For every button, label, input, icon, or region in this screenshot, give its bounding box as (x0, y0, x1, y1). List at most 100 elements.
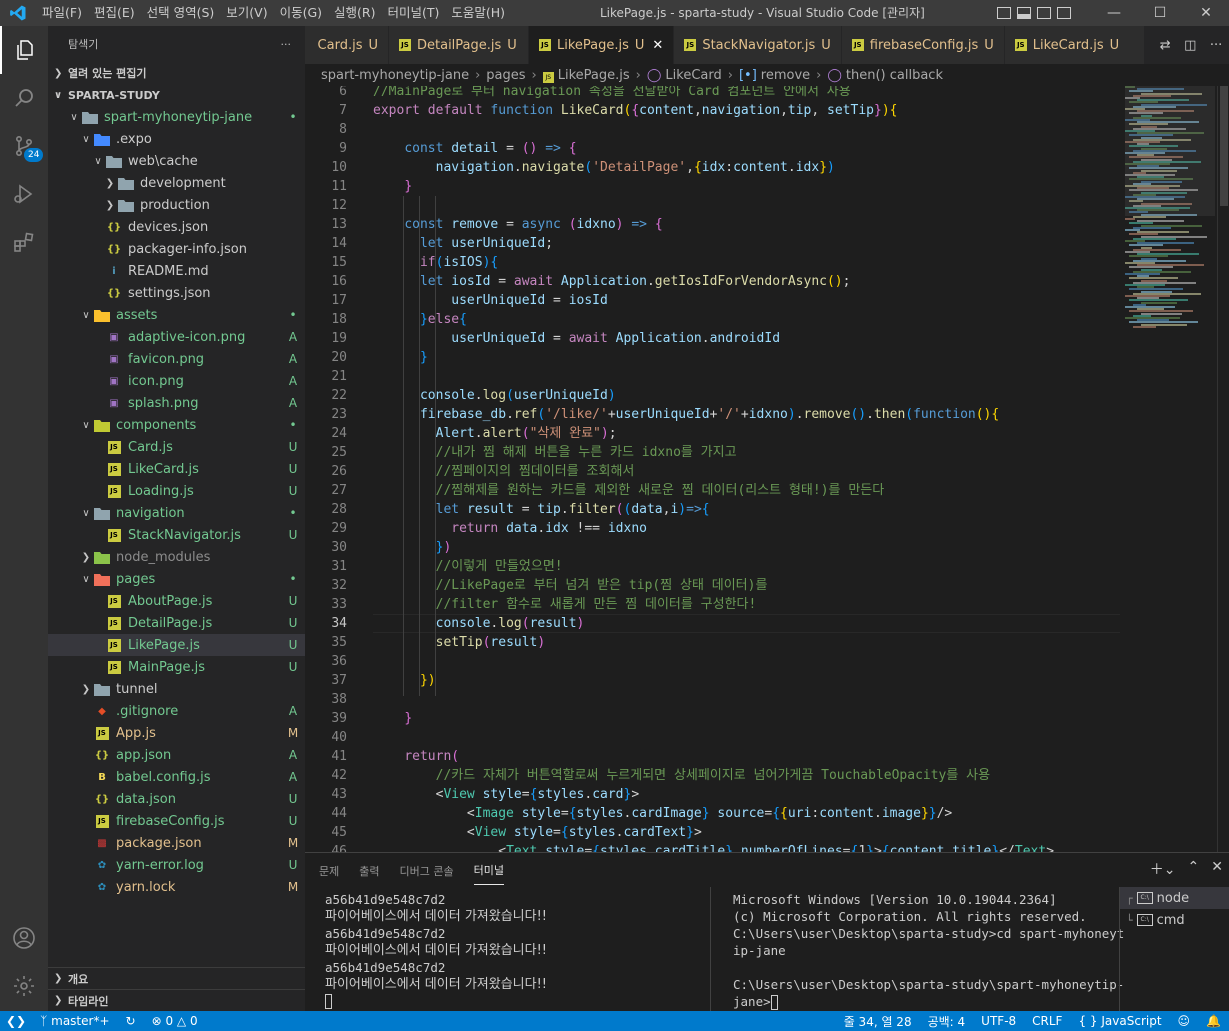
tree-item[interactable]: JS MainPage.js U (48, 656, 305, 678)
breadcrumb-item[interactable]: spart-myhoneytip-jane (321, 68, 469, 83)
tree-item[interactable]: ◆ .gitignore A (48, 700, 305, 722)
editor-tab[interactable]: JS firebaseConfig.js U (841, 26, 1005, 64)
panel-tab[interactable]: 출력 (359, 857, 379, 885)
menu-item[interactable]: 이동(G) (274, 0, 328, 26)
source-control-icon[interactable]: 24 (0, 122, 48, 170)
tree-item[interactable]: ∨ pages • (48, 568, 305, 590)
notifications-icon[interactable]: 🔔 (1198, 1014, 1229, 1028)
tree-item[interactable]: JS AboutPage.js U (48, 590, 305, 612)
maximize-button[interactable]: ☐ (1137, 0, 1183, 26)
minimap[interactable] (1125, 86, 1215, 852)
editor-tab[interactable]: JS LikePage.js U ✕ (529, 26, 675, 64)
menu-item[interactable]: 파일(F) (36, 0, 88, 26)
more-actions-icon[interactable]: ··· (281, 38, 292, 51)
menu-item[interactable]: 도움말(H) (445, 0, 511, 26)
tree-item[interactable]: JS StackNavigator.js U (48, 524, 305, 546)
tree-item[interactable]: ✿ yarn-error.log U (48, 854, 305, 876)
workspace-root-section[interactable]: ∨ SPARTA-STUDY (48, 84, 305, 106)
tree-item[interactable]: ▣ splash.png A (48, 392, 305, 414)
git-branch[interactable]: ᛉ master*+ (32, 1014, 117, 1028)
tree-item[interactable]: ▣ favicon.png A (48, 348, 305, 370)
tree-item[interactable]: ∨ .expo (48, 128, 305, 150)
new-terminal-icon[interactable]: ＋⌄ (1150, 859, 1176, 879)
manage-gear-icon[interactable] (0, 962, 48, 1010)
tree-item[interactable]: ∨ navigation • (48, 502, 305, 524)
minimize-button[interactable]: — (1091, 0, 1137, 26)
toggle-sidebar-icon[interactable] (997, 7, 1011, 19)
breadcrumb-item[interactable]: [•] remove (739, 68, 810, 83)
terminal-list-item[interactable]: └ C:\ cmd (1120, 909, 1229, 931)
menu-item[interactable]: 보기(V) (220, 0, 273, 26)
terminal-split-divider[interactable] (710, 887, 711, 1012)
tree-item[interactable]: ❯ production (48, 194, 305, 216)
maximize-panel-icon[interactable]: ⌃ (1188, 859, 1200, 879)
editor-tab[interactable]: JS DetailPage.js U (389, 26, 529, 64)
editor-tab[interactable]: JS StackNavigator.js U (674, 26, 842, 64)
panel-tab[interactable]: 터미널 (473, 856, 504, 885)
tree-item[interactable]: ∨ web\cache (48, 150, 305, 172)
more-actions-icon[interactable]: ··· (1210, 38, 1222, 53)
tree-item[interactable]: {} settings.json (48, 282, 305, 304)
editor-scrollbar[interactable] (1217, 86, 1229, 852)
tree-item[interactable]: {} devices.json (48, 216, 305, 238)
code-editor[interactable]: 6 //MainPage로 부터 navigation 속성을 전달받아 Card… (305, 86, 1125, 852)
run-debug-icon[interactable] (0, 170, 48, 218)
feedback-icon[interactable]: ☺ (1170, 1014, 1199, 1028)
cursor-position[interactable]: 줄 34, 열 28 (836, 1013, 920, 1030)
explorer-icon[interactable] (0, 26, 48, 74)
indentation[interactable]: 공백: 4 (920, 1013, 974, 1030)
tree-item[interactable]: JS Card.js U (48, 436, 305, 458)
tree-item[interactable]: ❯ tunnel (48, 678, 305, 700)
tree-item[interactable]: ▣ icon.png A (48, 370, 305, 392)
remote-indicator-icon[interactable]: ❮❯ (0, 1014, 32, 1028)
panel-tab[interactable]: 디버그 콘솔 (400, 857, 454, 885)
terminal-node[interactable]: a56b41d9e548c7d2 파이어베이스에서 데이터 가져왔습니다!! a56… (325, 891, 705, 1010)
accounts-icon[interactable] (0, 914, 48, 962)
end-of-line[interactable]: CRLF (1024, 1014, 1070, 1028)
menu-item[interactable]: 터미널(T) (382, 0, 446, 26)
editor-tab[interactable]: Card.js U (305, 26, 389, 64)
split-editor-icon[interactable]: ◫ (1184, 38, 1196, 53)
tree-item[interactable]: ✿ yarn.lock M (48, 876, 305, 898)
menu-item[interactable]: 실행(R) (328, 0, 381, 26)
close-window-button[interactable]: ✕ (1183, 0, 1229, 26)
sync-icon[interactable]: ↻ (118, 1014, 144, 1028)
tree-item[interactable]: JS LikeCard.js U (48, 458, 305, 480)
breadcrumb-item[interactable]: ◯ then() callback (827, 68, 943, 83)
encoding[interactable]: UTF-8 (973, 1014, 1024, 1028)
close-panel-icon[interactable]: ✕ (1211, 859, 1223, 879)
tree-item[interactable]: ∨ spart-myhoneytip-jane • (48, 106, 305, 128)
tree-item[interactable]: JS DetailPage.js U (48, 612, 305, 634)
toggle-panel-icon[interactable] (1017, 7, 1031, 19)
terminal-cmd[interactable]: Microsoft Windows [Version 10.0.19044.23… (733, 891, 1124, 1010)
tree-item[interactable]: JS App.js M (48, 722, 305, 744)
close-tab-icon[interactable]: ✕ (652, 38, 663, 53)
tree-item[interactable]: JS firebaseConfig.js U (48, 810, 305, 832)
tree-item[interactable]: i README.md (48, 260, 305, 282)
extensions-icon[interactable] (0, 218, 48, 266)
tree-item[interactable]: ∨ components • (48, 414, 305, 436)
breadcrumb-item[interactable]: JS LikePage.js (542, 68, 630, 83)
tree-item[interactable]: {} packager-info.json (48, 238, 305, 260)
tree-item[interactable]: ❯ node_modules (48, 546, 305, 568)
open-editors-section[interactable]: ❯ 열려 있는 편집기 (48, 62, 305, 84)
tree-item[interactable]: {} data.json U (48, 788, 305, 810)
search-icon[interactable] (0, 74, 48, 122)
tree-item[interactable]: JS Loading.js U (48, 480, 305, 502)
scrollbar-thumb[interactable] (1220, 86, 1228, 206)
tree-item[interactable]: {} app.json A (48, 744, 305, 766)
problems-indicator[interactable]: ⊗ 0 △ 0 (144, 1014, 206, 1028)
menu-item[interactable]: 편집(E) (88, 0, 141, 26)
editor-tab[interactable]: JS LikeCard.js U (1004, 26, 1145, 64)
terminal-list-item[interactable]: ┌ C:\ node (1120, 887, 1229, 909)
tree-item[interactable]: Bbabel.config.js A (48, 766, 305, 788)
tree-item[interactable]: ∨ assets • (48, 304, 305, 326)
tree-item[interactable]: ❯ development (48, 172, 305, 194)
tree-item[interactable]: ▩ package.json M (48, 832, 305, 854)
tree-item[interactable]: JS LikePage.js U (48, 634, 305, 656)
menu-item[interactable]: 선택 영역(S) (141, 0, 221, 26)
toggle-secondary-sidebar-icon[interactable] (1037, 7, 1051, 19)
breadcrumb-item[interactable]: pages (486, 68, 525, 83)
outline-section[interactable]: ❯ 개요 (48, 967, 305, 989)
compare-changes-icon[interactable]: ⇄ (1160, 38, 1171, 53)
